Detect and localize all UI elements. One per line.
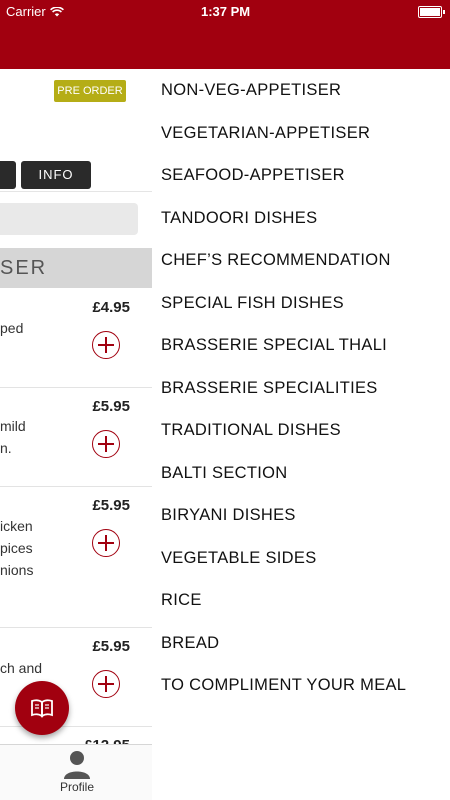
item-description: ped bbox=[0, 320, 24, 336]
add-item-icon[interactable] bbox=[92, 430, 120, 458]
category-item[interactable]: SEAFOOD-APPETISER bbox=[161, 154, 450, 197]
category-item[interactable]: VEGETARIAN-APPETISER bbox=[161, 112, 450, 155]
wifi-icon bbox=[49, 6, 64, 16]
menu-tab-button[interactable] bbox=[0, 161, 16, 189]
category-item[interactable]: BIRYANI DISHES bbox=[161, 494, 450, 537]
tab-profile[interactable]: Profile bbox=[55, 747, 99, 797]
item-description: ch and bbox=[0, 660, 43, 676]
category-item[interactable]: BRASSERIE SPECIAL THALI bbox=[161, 324, 450, 367]
menu-item[interactable]: £5.95 mild n. bbox=[0, 388, 152, 487]
tab-profile-label: Profile bbox=[59, 780, 94, 794]
category-item[interactable]: RICE bbox=[161, 579, 450, 622]
pre-order-button[interactable]: PRE ORDER bbox=[54, 80, 126, 102]
category-item[interactable]: TRADITIONAL DISHES bbox=[161, 409, 450, 452]
item-description: mild n. bbox=[0, 418, 26, 456]
category-list: NON-VEG-APPETISER VEGETARIAN-APPETISER SEA… bbox=[161, 69, 450, 707]
category-item[interactable]: BALTI SECTION bbox=[161, 452, 450, 495]
search-input[interactable] bbox=[0, 203, 138, 235]
battery-icon bbox=[418, 6, 445, 18]
status-bar: Carrier 1:37 PM bbox=[0, 0, 450, 22]
category-item[interactable]: TO COMPLIMENT YOUR MEAL bbox=[161, 664, 450, 707]
info-button[interactable]: INFO bbox=[21, 161, 91, 189]
section-heading-label: SER bbox=[0, 257, 48, 279]
book-icon bbox=[31, 699, 53, 718]
item-description: icken pices nions bbox=[0, 518, 34, 578]
category-item[interactable]: CHEF’S RECOMMENDATION bbox=[161, 239, 450, 282]
menu-screen-panel[interactable]: PRE ORDER INFO SER £4.95 ped £5.95 mild … bbox=[0, 0, 153, 800]
section-heading: SER bbox=[0, 248, 152, 288]
category-item[interactable]: SPECIAL FISH DISHES bbox=[161, 282, 450, 325]
menu-item[interactable]: £5.95 icken pices nions bbox=[0, 487, 152, 628]
item-price: £4.95 bbox=[92, 299, 130, 316]
menu-item[interactable]: £4.95 ped bbox=[0, 289, 152, 388]
category-drawer: NON-VEG-APPETISER VEGETARIAN-APPETISER SEA… bbox=[152, 0, 450, 800]
carrier-label: Carrier bbox=[6, 4, 46, 19]
category-item[interactable]: BRASSERIE SPECIALITIES bbox=[161, 367, 450, 410]
category-item[interactable]: NON-VEG-APPETISER bbox=[161, 69, 450, 112]
add-item-icon[interactable] bbox=[92, 670, 120, 698]
add-item-icon[interactable] bbox=[92, 529, 120, 557]
divider bbox=[0, 191, 152, 192]
item-price: £5.95 bbox=[92, 497, 130, 514]
category-item[interactable]: VEGETABLE SIDES bbox=[161, 537, 450, 580]
category-item[interactable]: TANDOORI DISHES bbox=[161, 197, 450, 240]
item-price: £5.95 bbox=[92, 638, 130, 655]
category-item[interactable]: BREAD bbox=[161, 622, 450, 665]
profile-icon bbox=[64, 751, 90, 779]
menu-fab-button[interactable] bbox=[15, 681, 69, 735]
add-item-icon[interactable] bbox=[92, 331, 120, 359]
battery-fill bbox=[420, 8, 440, 16]
bottom-tab-bar: Profile bbox=[0, 744, 152, 800]
item-price: £5.95 bbox=[92, 398, 130, 415]
status-time: 1:37 PM bbox=[201, 4, 251, 19]
carrier-info: Carrier bbox=[6, 4, 64, 19]
